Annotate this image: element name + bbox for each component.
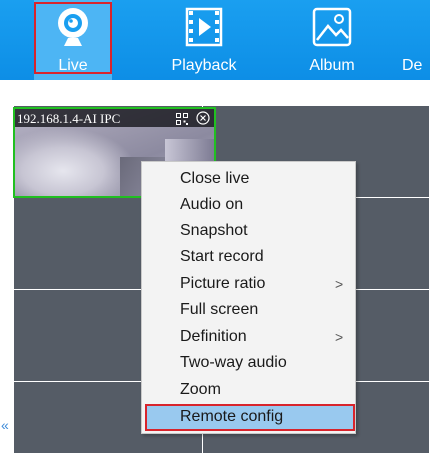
main-toolbar: Live Playback Album De [0, 0, 430, 80]
menu-item-start-record[interactable]: Start record [142, 244, 355, 270]
menu-item-definition[interactable]: Definition > [142, 324, 355, 350]
menu-item-label: Start record [180, 248, 264, 265]
menu-item-full-screen[interactable]: Full screen [142, 297, 355, 323]
album-tab[interactable]: Album [294, 0, 370, 80]
camera-name: 192.168.1.4-AI IPC [17, 111, 121, 126]
menu-item-label: Snapshot [180, 222, 248, 239]
playback-tab[interactable]: Playback [162, 0, 246, 80]
menu-item-two-way-audio[interactable]: Two-way audio [142, 350, 355, 376]
menu-item-label: Remote config [180, 408, 284, 425]
menu-item-label: Audio on [180, 196, 244, 213]
video-clip-icon [184, 6, 224, 53]
menu-item-picture-ratio[interactable]: Picture ratio > [142, 271, 355, 297]
close-circle-icon[interactable] [196, 111, 210, 130]
menu-item-label: Zoom [180, 381, 221, 398]
menu-item-label: Close live [180, 170, 250, 187]
menu-item-label: Definition [180, 328, 247, 345]
live-tab-label: Live [58, 57, 88, 74]
video-frame-region [15, 129, 135, 196]
live-tab[interactable]: Live [34, 0, 112, 80]
menu-item-label: Picture ratio [180, 275, 266, 292]
menu-item-audio-on[interactable]: Audio on [142, 192, 355, 218]
menu-item-remote-config[interactable]: Remote config [145, 404, 353, 430]
qr-code-icon[interactable] [176, 112, 188, 130]
menu-item-snapshot[interactable]: Snapshot [142, 218, 355, 244]
menu-item-label: Two-way audio [180, 354, 287, 371]
menu-item-zoom[interactable]: Zoom [142, 377, 355, 403]
context-menu: Close live Audio on Snapshot Start recor… [141, 161, 356, 434]
device-tab-label: De [402, 57, 423, 74]
image-icon [311, 6, 353, 53]
playback-tab-label: Playback [171, 57, 237, 74]
video-tile-header: 192.168.1.4-AI IPC [15, 109, 214, 127]
webcam-icon [55, 6, 91, 55]
submenu-arrow-icon: > [335, 276, 344, 292]
submenu-arrow-icon: > [335, 329, 344, 345]
album-tab-label: Album [309, 57, 355, 74]
device-tab[interactable]: De [400, 0, 430, 80]
menu-item-close-live[interactable]: Close live [142, 166, 355, 192]
collapse-sidebar-button[interactable]: « [1, 418, 9, 432]
menu-item-label: Full screen [180, 301, 259, 318]
